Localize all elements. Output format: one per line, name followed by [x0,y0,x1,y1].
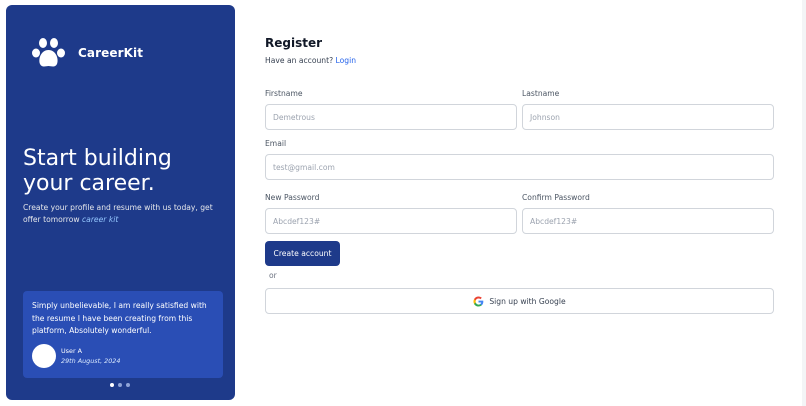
hero-subtext: Create your profile and resume with us t… [23,202,223,226]
login-link[interactable]: Login [336,56,357,65]
create-account-button[interactable]: Create account [265,241,340,266]
google-signup-button[interactable]: Sign up with Google [265,288,774,314]
testimonial-card: Simply unbelievable, I am really satisfi… [23,291,223,378]
google-icon [473,295,484,307]
lastname-input[interactable]: Johnson [522,104,774,130]
carousel-dots [110,383,130,387]
brand-name: CareerKit [78,46,144,60]
new-password-input[interactable]: Abcdef123# [265,208,517,234]
google-signup-label: Sign up with Google [489,296,566,306]
hero-accent: career kit [81,215,119,224]
brand[interactable]: CareerKit [31,37,143,69]
promo-panel: CareerKit Start building your career. Cr… [6,5,235,400]
author-date: 29th August, 2024 [61,357,121,365]
email-label: Email [265,139,287,148]
have-account-text: Have an account? Login [265,56,356,65]
testimonial-author: User A 29th August, 2024 [32,344,120,368]
firstname-input[interactable]: Demetrous [265,104,517,130]
carousel-dot-3[interactable] [126,383,130,387]
testimonial-quote: Simply unbelievable, I am really satisfi… [32,301,207,335]
avatar [32,344,56,368]
new-password-label: New Password [265,193,320,202]
lastname-label: Lastname [522,89,560,98]
email-input[interactable]: test@gmail.com [265,154,774,180]
have-account-label: Have an account? [265,56,334,65]
author-meta: User A 29th August, 2024 [61,346,120,366]
carousel-dot-2[interactable] [118,383,122,387]
firstname-label: Firstname [265,89,303,98]
window-edge [802,0,806,406]
author-name: User A [61,347,82,355]
carousel-dot-1[interactable] [110,383,114,387]
form-title: Register [265,36,323,50]
register-page: CareerKit Start building your career. Cr… [0,0,806,406]
hero-headline: Start building your career. [23,146,172,196]
confirm-password-label: Confirm Password [522,193,590,202]
or-separator: or [269,271,277,280]
paw-icon [32,38,65,67]
confirm-password-input[interactable]: Abcdef123# [522,208,774,234]
